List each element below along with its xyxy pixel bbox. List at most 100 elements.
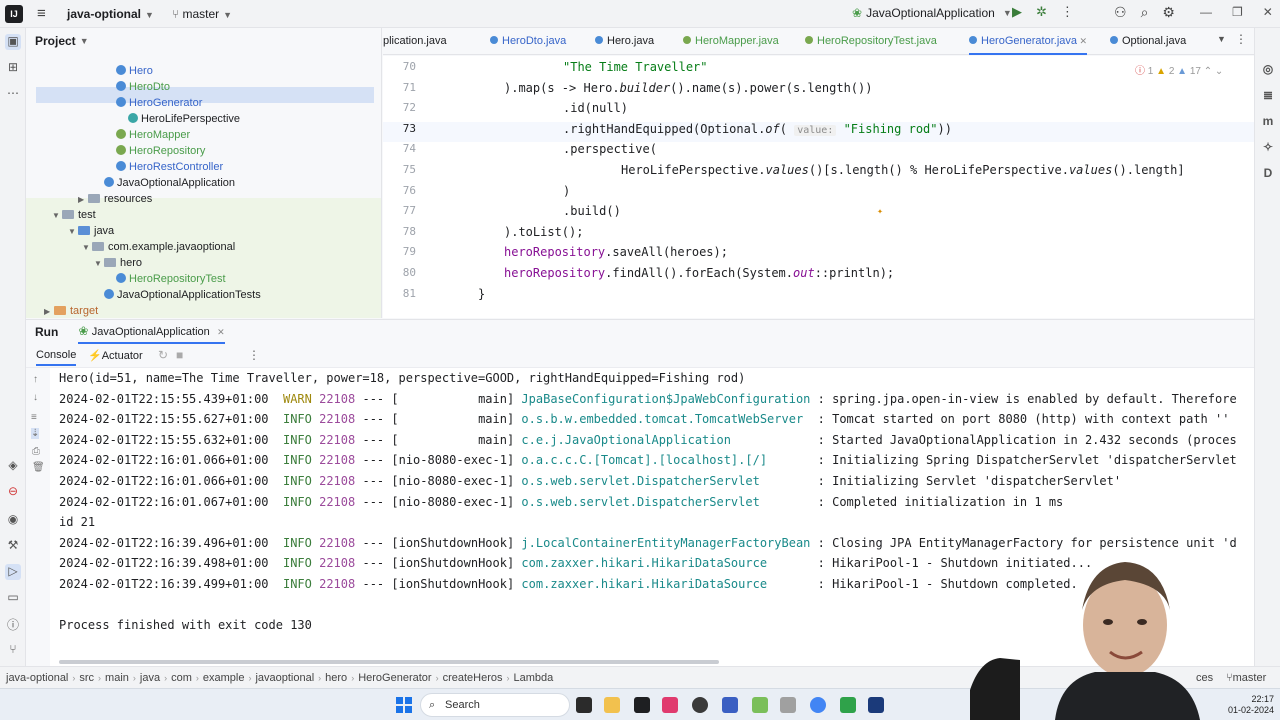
horizontal-scrollbar[interactable] — [59, 660, 719, 664]
editor-tab[interactable]: plication.java — [383, 28, 447, 55]
chevron-down-icon[interactable]: ▼ — [52, 208, 62, 224]
git-app-icon[interactable] — [752, 697, 768, 713]
editor-tab[interactable]: Optional.java — [1110, 28, 1186, 55]
intellij-logo-icon[interactable]: IJ — [5, 4, 23, 23]
tree-item[interactable]: JavaOptionalApplicationTests — [104, 287, 261, 303]
chevron-right-icon[interactable]: ▶ — [78, 192, 88, 208]
folder-icon[interactable]: ▣ — [5, 34, 21, 50]
run-config-selector[interactable]: ❀ JavaOptionalApplication ▼ — [852, 6, 1012, 20]
gear-icon[interactable]: ⚙ — [1162, 4, 1175, 21]
chevron-down-icon[interactable]: ▼ — [82, 240, 92, 256]
print-icon[interactable]: ⎙ — [32, 446, 40, 457]
project-panel-header[interactable]: Project ▼ — [26, 28, 381, 54]
close-icon[interactable]: ✕ — [1263, 5, 1273, 19]
tree-item[interactable]: HeroRepository — [116, 143, 205, 159]
actuator-tab[interactable]: ⚡Actuator — [88, 349, 143, 362]
maximize-icon[interactable]: ❐ — [1232, 5, 1243, 19]
maven-icon[interactable]: m — [1260, 114, 1276, 128]
search-icon[interactable]: ⌕ — [1141, 4, 1149, 21]
github-app-icon[interactable] — [692, 697, 708, 713]
more-icon[interactable]: ⋮ — [248, 348, 260, 362]
services-icon[interactable]: ◉ — [5, 512, 21, 528]
tree-item[interactable]: HeroRepositoryTest — [116, 271, 226, 287]
scroll-up-icon[interactable]: ↑ — [33, 374, 38, 385]
breadcrumb-item[interactable]: Lambda — [513, 672, 553, 684]
rerun-icon[interactable]: ↻ — [158, 348, 168, 362]
breadcrumb-item[interactable]: java — [140, 672, 160, 684]
trash-icon[interactable]: 🗑 — [32, 462, 45, 473]
project-switcher[interactable]: java-optional ▼ — [67, 7, 154, 21]
tree-item[interactable]: HeroLifePerspective — [128, 111, 240, 127]
tree-item[interactable]: ▶ target — [44, 303, 98, 318]
breadcrumb-item[interactable]: hero — [325, 672, 347, 684]
chrome-app-icon[interactable] — [810, 697, 826, 713]
tree-item[interactable]: Hero — [116, 63, 153, 79]
breadcrumb-item[interactable]: main — [105, 672, 129, 684]
notifications-icon[interactable]: ◎ — [1260, 62, 1276, 76]
terminal-icon[interactable]: ▭ — [5, 590, 21, 606]
soft-wrap-icon[interactable]: ≡ — [31, 412, 37, 423]
chevron-up-icon[interactable]: ⌃ — [1204, 66, 1212, 77]
intellij-app-icon[interactable] — [662, 697, 678, 713]
more-icon[interactable]: ⋮ — [1235, 32, 1247, 46]
breadcrumb-item[interactable]: example — [203, 672, 245, 684]
app-icon[interactable] — [780, 697, 796, 713]
chevron-down-icon[interactable]: ▼ — [94, 256, 104, 272]
tree-item[interactable]: JavaOptionalApplication — [104, 175, 235, 191]
run-icon[interactable]: ▷ — [5, 564, 21, 580]
close-tab-icon[interactable]: ✕ — [217, 327, 225, 337]
breadcrumb-item[interactable]: javaoptional — [255, 672, 314, 684]
more-icon[interactable]: ⋮ — [1061, 4, 1074, 20]
structure-icon[interactable]: ⊞ — [5, 60, 21, 76]
run-tab[interactable]: Run — [35, 325, 58, 339]
task-view-icon[interactable] — [576, 697, 592, 713]
problems-list-icon[interactable]: ⓘ — [5, 616, 21, 632]
breadcrumb-item[interactable]: java-optional — [6, 672, 68, 684]
code-editor[interactable]: ⓘ 1 ▲ 2 ▲ 17 ⌃ ⌄ 70 "The Time Traveller" 7… — [383, 56, 1254, 318]
editor-tab[interactable]: Hero.java — [595, 28, 654, 55]
taskbar-search[interactable]: ⌕ Search — [420, 693, 570, 717]
run-icon[interactable]: ▶ — [1012, 4, 1022, 20]
run-config-tab[interactable]: ❀ JavaOptionalApplication ✕ — [78, 320, 225, 344]
git-icon[interactable]: ⑂ — [5, 642, 21, 658]
chevron-down-icon[interactable]: ▼ — [68, 224, 78, 240]
hamburger-menu-icon[interactable]: ≡ — [37, 5, 53, 22]
tree-item[interactable]: ▼ hero — [94, 255, 142, 271]
database-icon[interactable]: ≣ — [1260, 88, 1276, 102]
scroll-down-icon[interactable]: ↓ — [33, 392, 38, 403]
editor-tab[interactable]: HeroGenerator.java ✕ — [969, 28, 1088, 55]
scroll-end-icon[interactable]: ⇣ — [31, 428, 40, 439]
build-icon[interactable]: ⚒ — [5, 538, 21, 554]
file-explorer-icon[interactable] — [604, 697, 620, 713]
inspection-widget[interactable]: ⓘ 1 ▲ 2 ▲ 17 ⌃ ⌄ — [1135, 62, 1223, 77]
minimize-icon[interactable]: — — [1200, 5, 1212, 19]
breadcrumb-item[interactable]: createHeros — [443, 672, 503, 684]
tree-item[interactable]: ▶ resources — [78, 191, 152, 207]
powershell-app-icon[interactable] — [868, 697, 884, 713]
more-icon[interactable]: ⋯ — [5, 86, 21, 102]
breadcrumb-item[interactable]: src — [79, 672, 94, 684]
tree-item[interactable]: HeroDto — [116, 79, 170, 95]
tree-item[interactable]: HeroMapper — [116, 127, 190, 143]
branch-switcher[interactable]: ⑂ master ▼ — [172, 7, 232, 21]
windows-start-icon[interactable] — [396, 697, 412, 713]
ai-assistant-icon[interactable]: ✧ — [1260, 140, 1276, 154]
breadcrumb-item[interactable]: HeroGenerator — [358, 672, 431, 684]
chat-app-icon[interactable] — [840, 697, 856, 713]
close-tab-icon[interactable]: ✕ — [1077, 36, 1088, 46]
editor-tab[interactable]: HeroRepositoryTest.java — [805, 28, 937, 55]
d-icon[interactable]: D — [1260, 166, 1276, 180]
editor-tab[interactable]: HeroMapper.java — [683, 28, 779, 55]
tree-item[interactable]: HeroRestController — [116, 159, 223, 175]
stop-icon[interactable]: ■ — [176, 348, 183, 362]
layers-icon[interactable]: ◈ — [5, 458, 21, 474]
tree-item[interactable]: ▼ java — [68, 223, 114, 239]
tree-item[interactable]: ▼ com.example.javaoptional — [82, 239, 235, 255]
console-tab[interactable]: Console — [36, 349, 77, 366]
tabs-menu-icon[interactable]: ▼ — [1217, 34, 1226, 44]
problems-icon[interactable]: ⊖ — [5, 484, 21, 500]
tree-item[interactable]: HeroGenerator — [116, 95, 202, 111]
save-app-icon[interactable] — [722, 697, 738, 713]
terminal-app-icon[interactable] — [634, 697, 650, 713]
add-user-icon[interactable]: ⚇ — [1114, 4, 1127, 21]
